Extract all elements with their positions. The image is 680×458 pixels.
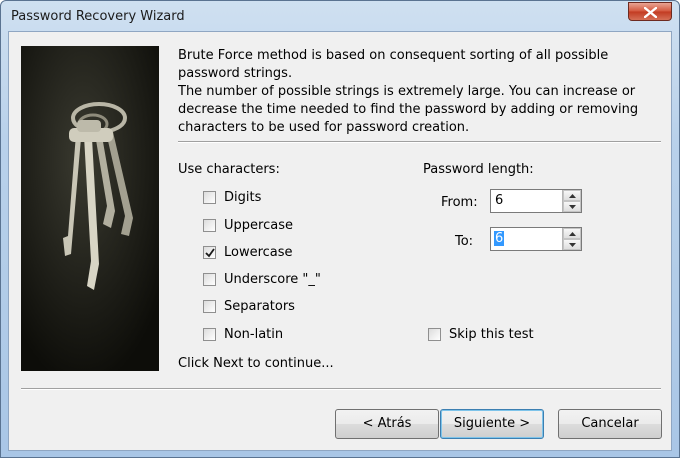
checkbox-label: Underscore "_" xyxy=(224,272,321,287)
checkbox-box[interactable] xyxy=(203,300,216,313)
spin-down-button[interactable] xyxy=(563,239,581,250)
arrow-up-icon xyxy=(569,232,576,236)
close-button[interactable] xyxy=(628,2,672,21)
wizard-window: Password Recovery Wizard Brute Force met… xyxy=(0,0,680,458)
cancel-button[interactable]: Cancelar xyxy=(558,409,662,439)
checkbox-box[interactable] xyxy=(203,246,216,259)
window-title: Password Recovery Wizard xyxy=(11,9,185,24)
next-button[interactable]: Siguiente > xyxy=(440,409,544,439)
checkbox-label: Non-latin xyxy=(224,327,284,342)
arrow-up-icon xyxy=(569,194,576,198)
spin-up-button[interactable] xyxy=(563,228,581,239)
spin-down-button[interactable] xyxy=(563,201,581,212)
keys-image xyxy=(21,46,159,371)
bottom-divider xyxy=(21,388,661,390)
from-length-value[interactable]: 6 xyxy=(494,193,504,208)
checkbox-box[interactable] xyxy=(203,328,216,341)
digits-checkbox[interactable]: Digits xyxy=(203,190,261,205)
non-latin-checkbox[interactable]: Non-latin xyxy=(203,327,283,342)
checkbox-label: Digits xyxy=(224,190,262,205)
checkbox-box[interactable] xyxy=(203,273,216,286)
uppercase-checkbox[interactable]: Uppercase xyxy=(203,218,293,233)
wizard-content: Brute Force method is based on consequen… xyxy=(8,31,672,451)
skip-test-checkbox[interactable]: Skip this test xyxy=(428,327,534,342)
arrow-down-icon xyxy=(569,243,576,247)
to-label: To: xyxy=(455,234,474,249)
spin-up-button[interactable] xyxy=(563,190,581,201)
to-length-value[interactable]: 6 xyxy=(494,231,505,246)
arrow-down-icon xyxy=(569,205,576,209)
password-length-label: Password length: xyxy=(423,162,534,177)
to-length-spinner[interactable]: 6 xyxy=(490,227,582,251)
spinner-arrows xyxy=(562,228,581,250)
back-button[interactable]: < Atrás xyxy=(335,409,439,439)
spinner-arrows xyxy=(562,190,581,212)
top-divider xyxy=(178,141,661,143)
checkbox-box[interactable] xyxy=(428,328,441,341)
from-label: From: xyxy=(441,195,478,210)
lowercase-checkbox[interactable]: Lowercase xyxy=(203,245,293,260)
checkbox-label: Uppercase xyxy=(224,218,293,233)
checkbox-label: Skip this test xyxy=(449,327,534,342)
use-characters-label: Use characters: xyxy=(178,162,280,177)
continue-hint: Click Next to continue... xyxy=(178,356,334,371)
separators-checkbox[interactable]: Separators xyxy=(203,299,295,314)
checkbox-label: Separators xyxy=(224,299,295,314)
checkmark-icon xyxy=(205,248,215,258)
close-icon xyxy=(644,7,657,18)
from-length-spinner[interactable]: 6 xyxy=(490,189,582,213)
title-bar[interactable]: Password Recovery Wizard xyxy=(1,1,679,31)
underscore-checkbox[interactable]: Underscore "_" xyxy=(203,272,321,287)
checkbox-box[interactable] xyxy=(203,191,216,204)
description-line-1: Brute Force method is based on consequen… xyxy=(178,48,609,81)
checkbox-box[interactable] xyxy=(203,219,216,232)
checkbox-label: Lowercase xyxy=(224,245,293,260)
method-description: Brute Force method is based on consequen… xyxy=(178,47,648,137)
description-line-2: The number of possible strings is extrem… xyxy=(178,84,639,135)
